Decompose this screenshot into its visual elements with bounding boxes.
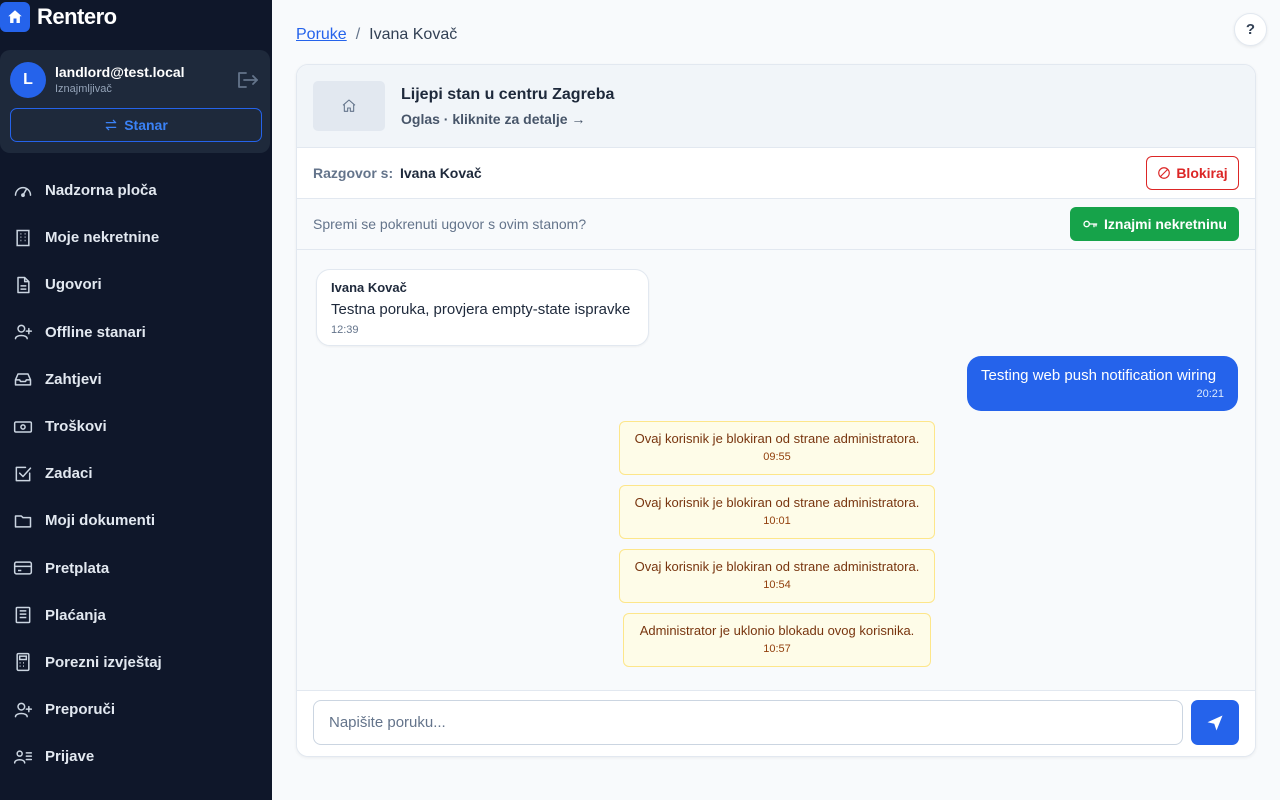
logout-icon[interactable] <box>236 70 260 90</box>
message-time: 20:21 <box>1196 388 1224 400</box>
credit-card-icon <box>13 558 33 578</box>
system-notice-time: 10:54 <box>763 579 791 591</box>
message-sender: Ivana Kovač <box>331 280 407 295</box>
message-text: Testing web push notification wiring <box>981 367 1217 384</box>
system-notice: Ovaj korisnik je blokiran od strane admi… <box>619 485 935 539</box>
listing-card[interactable]: Lijepi stan u centru Zagreba Oglas · kli… <box>297 65 1255 148</box>
system-notice: Ovaj korisnik je blokiran od strane admi… <box>619 421 935 475</box>
switch-role-label: Stanar <box>124 117 168 133</box>
folder-icon <box>13 511 33 531</box>
conversation-header: Razgovor s: Ivana Kovač Blokiraj <box>297 148 1255 199</box>
swap-icon <box>105 119 117 131</box>
message-text: Testna poruka, provjera empty-state ispr… <box>331 301 631 318</box>
system-notice-time: 09:55 <box>763 451 791 463</box>
user-email: landlord@test.local <box>55 64 185 80</box>
calculator-icon <box>13 652 33 672</box>
sidebar-item-preporuci[interactable]: Preporuči <box>0 686 272 733</box>
switch-role-button[interactable]: Stanar <box>10 108 262 142</box>
sidebar-item-nadzorna-ploca[interactable]: Nadzorna ploča <box>0 167 272 214</box>
system-notice: Ovaj korisnik je blokiran od strane admi… <box>619 549 935 603</box>
listing-subtitle: Oglas · kliknite za detalje → <box>401 111 586 127</box>
breadcrumb-current: Ivana Kovač <box>369 26 458 43</box>
breadcrumb-link-poruke[interactable]: Poruke <box>296 26 347 44</box>
sidebar-item-placanja[interactable]: Plaćanja <box>0 592 272 639</box>
brand[interactable]: Rentero <box>0 2 117 32</box>
sidebar-item-moje-nekretnine[interactable]: Moje nekretnine <box>0 214 272 261</box>
checkbox-icon <box>13 464 33 484</box>
user-role: Iznajmljivač <box>55 83 112 95</box>
app-name: Rentero <box>37 4 117 29</box>
system-notice-time: 10:01 <box>763 515 791 527</box>
send-icon <box>1207 715 1223 730</box>
conversation-partner-name: Ivana Kovač <box>400 165 482 181</box>
sidebar-item-offline-stanari[interactable]: Offline stanari <box>0 309 272 356</box>
block-button[interactable]: Blokiraj <box>1146 156 1239 190</box>
sidebar-item-porezni-izvjestaj[interactable]: Porezni izvještaj <box>0 639 272 686</box>
avatar: L <box>10 62 46 98</box>
rent-property-label: Iznajmi nekretninu <box>1104 216 1227 232</box>
building-icon <box>13 228 33 248</box>
user-plus-icon <box>13 322 33 342</box>
key-icon <box>1083 220 1098 228</box>
id-card-icon <box>13 747 33 767</box>
sidebar-item-moji-dokumenti[interactable]: Moji dokumenti <box>0 497 272 544</box>
message-outgoing: Testing web push notification wiring 20:… <box>967 356 1238 411</box>
breadcrumb: Poruke / Ivana Kovač <box>296 26 457 44</box>
message-time: 12:39 <box>331 324 359 336</box>
system-notice-time: 10:57 <box>763 643 791 655</box>
home-icon <box>313 81 385 131</box>
system-notice-text: Ovaj korisnik je blokiran od strane admi… <box>634 431 920 446</box>
user-card: L landlord@test.local Iznajmljivač Stana… <box>0 50 270 153</box>
receipt-icon <box>13 605 33 625</box>
sidebar-item-troskovi[interactable]: Troškovi <box>0 403 272 450</box>
message-list[interactable]: Ivana Kovač Testna poruka, provjera empt… <box>297 250 1255 690</box>
gauge-icon <box>13 181 33 201</box>
rent-property-button[interactable]: Iznajmi nekretninu <box>1070 207 1239 241</box>
sidebar-item-zadaci[interactable]: Zadaci <box>0 450 272 497</box>
help-button[interactable]: ? <box>1234 13 1267 46</box>
sidebar-item-pretplata[interactable]: Pretplata <box>0 545 272 592</box>
system-notice-text: Administrator je uklonio blokadu ovog ko… <box>639 623 915 638</box>
conversation-panel: Lijepi stan u centru Zagreba Oglas · kli… <box>296 64 1256 757</box>
contract-prompt: Spremi se pokrenuti ugovor s ovim stanom… <box>313 216 587 232</box>
sidebar-item-prijave[interactable]: Prijave <box>0 733 272 780</box>
sidebar-item-zahtjevi[interactable]: Zahtjevi <box>0 356 272 403</box>
ban-icon <box>1158 167 1171 179</box>
user-plus-icon <box>13 700 33 720</box>
message-input[interactable] <box>313 700 1183 745</box>
system-notice-text: Ovaj korisnik je blokiran od strane admi… <box>634 495 920 510</box>
send-button[interactable] <box>1191 700 1239 745</box>
sidebar-nav: Nadzorna ploča Moje nekretnine Ugovori O… <box>0 167 272 780</box>
message-incoming: Ivana Kovač Testna poruka, provjera empt… <box>316 269 649 346</box>
inbox-icon <box>13 369 33 389</box>
sidebar-item-ugovori[interactable]: Ugovori <box>0 261 272 308</box>
document-icon <box>13 275 33 295</box>
breadcrumb-separator: / <box>355 26 361 43</box>
message-composer <box>297 690 1255 756</box>
cash-icon <box>13 417 33 437</box>
system-notice-text: Ovaj korisnik je blokiran od strane admi… <box>634 559 920 574</box>
block-button-label: Blokiraj <box>1176 165 1228 181</box>
conversation-label: Razgovor s: <box>313 165 394 181</box>
home-logo-icon <box>0 2 30 32</box>
system-notice: Administrator je uklonio blokadu ovog ko… <box>623 613 931 667</box>
sidebar: Rentero L landlord@test.local Iznajmljiv… <box>0 0 272 800</box>
listing-title: Lijepi stan u centru Zagreba <box>401 86 615 103</box>
contract-prompt-row: Spremi se pokrenuti ugovor s ovim stanom… <box>297 199 1255 250</box>
